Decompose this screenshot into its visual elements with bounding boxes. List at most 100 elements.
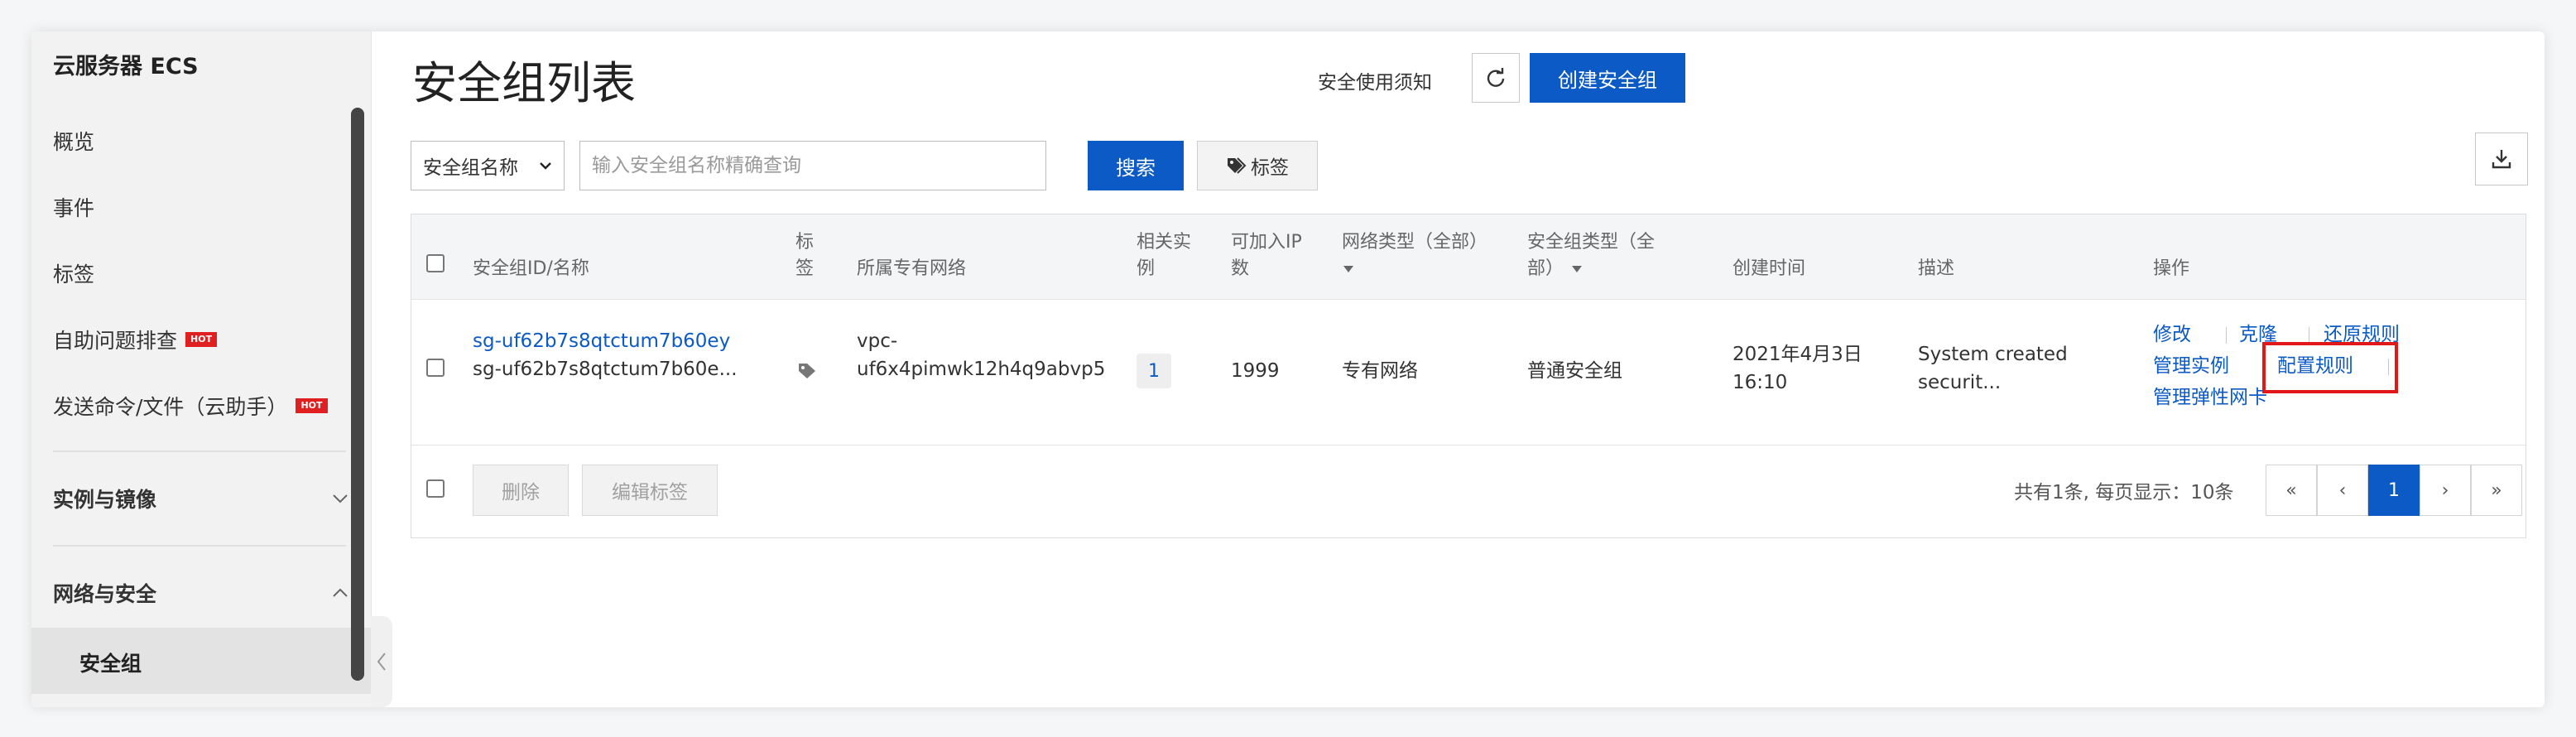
edit-tags-button[interactable]: 编辑标签 xyxy=(582,465,718,516)
sidebar-item-send-command[interactable]: 发送命令/文件（云助手） HOT xyxy=(53,391,328,421)
sidebar-item-label: 事件 xyxy=(53,196,95,220)
manage-eni-link[interactable]: 管理弹性网卡 xyxy=(2153,383,2267,412)
last-page-button[interactable]: » xyxy=(2471,465,2522,516)
tag-icon xyxy=(1228,157,1247,174)
chevron-down-icon xyxy=(540,162,551,170)
hot-badge: HOT xyxy=(296,398,328,413)
column-header-related-instances: 相关实 例 xyxy=(1137,229,1191,282)
sidebar-item-overview[interactable]: 概览 xyxy=(53,126,94,156)
sidebar-group-label: 实例与镜像 xyxy=(53,488,157,512)
column-header-line: 安全组类型（全 xyxy=(1527,232,1656,253)
sidebar-item-label: 安全组 xyxy=(79,652,142,676)
related-instances-count[interactable]: 1 xyxy=(1137,354,1171,388)
prev-page-button[interactable]: ‹ xyxy=(2317,465,2368,516)
download-icon xyxy=(2492,150,2511,169)
column-header-line: 相关实 xyxy=(1137,232,1192,253)
created-time: 16:10 xyxy=(1733,372,1788,393)
column-header-line: 网络类型（全部） xyxy=(1342,232,1488,253)
filter-select-value: 安全组名称 xyxy=(423,157,518,179)
sidebar-group-instances-images[interactable]: 实例与镜像 xyxy=(53,484,351,513)
tag-filter-label: 标签 xyxy=(1251,157,1289,179)
security-group-table: 安全组ID/名称 标 签 所属专有网络 相关实 例 可加入IP 数 网络类型（全… xyxy=(411,214,2526,538)
sidebar-item-label: 发送命令/文件（云助手） xyxy=(53,395,288,419)
filter-caret-icon[interactable] xyxy=(1342,264,1355,274)
column-header-line: 例 xyxy=(1137,258,1156,279)
row-checkbox[interactable] xyxy=(426,359,445,377)
filter-field-select[interactable]: 安全组名称 xyxy=(411,141,565,190)
sidebar-group-label: 网络与安全 xyxy=(53,582,157,606)
column-header-text: 部） xyxy=(1527,258,1564,279)
hot-badge: HOT xyxy=(185,332,218,347)
column-header-line: 数 xyxy=(1231,258,1250,279)
column-header-line: 可加入IP xyxy=(1231,232,1302,253)
column-header-created: 创建时间 xyxy=(1733,258,1806,279)
search-button[interactable]: 搜索 xyxy=(1088,141,1184,190)
sidebar: 云服务器 ECS 概览 事件 标签 自助问题排查 HOT 发送命令/文件（云助手… xyxy=(31,31,372,707)
vpc-id-line: vpc- xyxy=(857,330,898,352)
sidebar-divider xyxy=(53,450,346,452)
column-header-network-type[interactable]: 网络类型（全部） xyxy=(1342,229,1487,282)
vpc-id-line: uf6x4pimwk12h4q9abvp5 xyxy=(857,359,1106,380)
footer-select-all-checkbox[interactable] xyxy=(426,479,445,498)
cell-sg-type: 普通安全组 xyxy=(1527,360,1622,382)
cell-created: 2021年4月3日 16:10 xyxy=(1733,340,1862,397)
sidebar-item-tags[interactable]: 标签 xyxy=(53,258,94,288)
highlight-box xyxy=(2262,342,2398,393)
column-header-line: 部） xyxy=(1527,256,1655,282)
modify-link[interactable]: 修改 xyxy=(2153,320,2191,349)
filter-caret-icon[interactable] xyxy=(1570,264,1584,274)
column-header-sg-type[interactable]: 安全组类型（全 部） xyxy=(1527,229,1655,282)
sidebar-item-troubleshoot[interactable]: 自助问题排查 HOT xyxy=(53,325,218,354)
export-button[interactable] xyxy=(2475,132,2528,185)
next-page-button[interactable]: › xyxy=(2420,465,2471,516)
column-header-id-name: 安全组ID/名称 xyxy=(473,258,589,279)
column-header-ip-count: 可加入IP 数 xyxy=(1231,229,1302,282)
chevron-down-icon xyxy=(333,494,348,503)
description-line: System created xyxy=(1918,344,2068,365)
sidebar-item-security-group[interactable]: 安全组 xyxy=(31,628,371,694)
sidebar-item-events[interactable]: 事件 xyxy=(53,192,94,222)
cell-network-type: 专有网络 xyxy=(1342,360,1418,382)
description-line: securit... xyxy=(1918,372,2002,393)
security-notice-link[interactable]: 安全使用须知 xyxy=(1318,66,1432,94)
pagination-summary: 共有1条, 每页显示：10条 xyxy=(2014,482,2234,503)
column-header-description: 描述 xyxy=(1918,258,1955,279)
created-date: 2021年4月3日 xyxy=(1733,344,1862,365)
security-group-name: sg-uf62b7s8qtctum7b60e... xyxy=(473,359,738,380)
tag-filter-button[interactable]: 标签 xyxy=(1197,141,1318,190)
delete-button[interactable]: 删除 xyxy=(473,465,569,516)
ops-separator xyxy=(2226,327,2227,344)
column-header-tag: 标 签 xyxy=(795,229,814,282)
column-header-vpc: 所属专有网络 xyxy=(857,258,967,279)
manage-instances-link[interactable]: 管理实例 xyxy=(2153,352,2229,380)
page-button-current[interactable]: 1 xyxy=(2368,465,2420,516)
first-page-button[interactable]: « xyxy=(2266,465,2317,516)
tag-icon[interactable] xyxy=(797,362,819,380)
sidebar-item-label: 标签 xyxy=(53,263,95,287)
main-content: 安全组列表 安全使用须知 创建安全组 安全组名称 搜索 标签 xyxy=(371,31,2545,707)
column-header-line: 标 xyxy=(795,232,815,253)
console-window: 云服务器 ECS 概览 事件 标签 自助问题排查 HOT 发送命令/文件（云助手… xyxy=(31,31,2545,707)
chevron-up-icon xyxy=(333,588,348,597)
table-header: 安全组ID/名称 标 签 所属专有网络 相关实 例 可加入IP 数 网络类型（全… xyxy=(411,214,2526,300)
security-group-id-link[interactable]: sg-uf62b7s8qtctum7b60ey xyxy=(473,327,738,355)
sidebar-scrollbar[interactable] xyxy=(351,108,364,681)
select-all-checkbox[interactable] xyxy=(426,254,445,272)
cell-description: System created securit... xyxy=(1918,340,2068,397)
table-footer: 删除 编辑标签 共有1条, 每页显示：10条 « ‹ 1 › » xyxy=(411,445,2526,537)
refresh-icon xyxy=(1487,68,1505,87)
sidebar-divider xyxy=(53,545,346,547)
sidebar-item-label: 概览 xyxy=(53,130,95,154)
column-header-line: 签 xyxy=(795,258,815,279)
create-security-group-button[interactable]: 创建安全组 xyxy=(1530,53,1685,103)
page-title: 安全组列表 xyxy=(412,57,636,109)
sidebar-item-label: 自助问题排查 xyxy=(53,329,178,353)
sidebar-title: 云服务器 ECS xyxy=(53,54,199,79)
cell-vpc: vpc- uf6x4pimwk12h4q9abvp5 xyxy=(857,327,1105,383)
refresh-button[interactable] xyxy=(1472,53,1520,103)
sidebar-group-network-security[interactable]: 网络与安全 xyxy=(53,578,351,608)
search-input[interactable] xyxy=(579,141,1046,190)
table-row: sg-uf62b7s8qtctum7b60ey sg-uf62b7s8qtctu… xyxy=(411,299,2526,446)
cell-ip-count: 1999 xyxy=(1231,360,1280,382)
cell-id-name: sg-uf62b7s8qtctum7b60ey sg-uf62b7s8qtctu… xyxy=(473,327,738,383)
